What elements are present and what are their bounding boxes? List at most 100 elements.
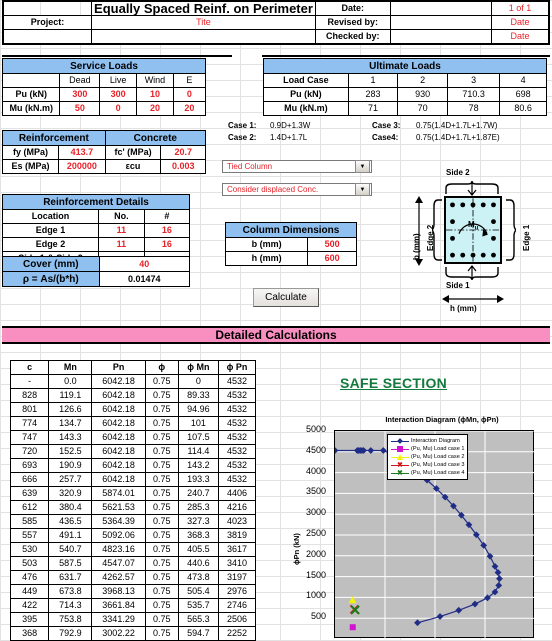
calc-cell-ϕ: 0.75 <box>144 528 179 543</box>
section-side2-label: Side 2 <box>446 168 470 177</box>
service-pu-wind[interactable]: 10 <box>136 87 174 102</box>
calc-cell-c: - <box>9 374 50 389</box>
reinf-edge1-size[interactable]: 16 <box>143 223 191 238</box>
service-col-e: E <box>172 73 207 88</box>
calc-cell-ϕ Pn: 4532 <box>218 444 256 459</box>
calc-cell-Pn: 4823.16 <box>91 542 146 557</box>
ultimate-pu-label: Pu (kN) <box>263 87 349 102</box>
service-mu-live[interactable]: 0 <box>99 101 138 116</box>
ultimate-mu-3: 78 <box>446 101 501 116</box>
reinf-col-size: # <box>143 209 191 224</box>
table-row: 395 753.8 3341.29 0.75 565.3 2506 <box>9 612 256 627</box>
table-row: Pu (kN) 283 930 710.3 698 <box>263 87 547 102</box>
fy-value[interactable]: 413.7 <box>58 145 106 160</box>
calc-cell-Pn: 5874.01 <box>91 486 146 501</box>
calc-cell-ϕ Mn: 440.6 <box>177 556 220 571</box>
ultimate-pu-2: 930 <box>397 87 448 102</box>
fc-value[interactable]: 20.7 <box>160 145 206 160</box>
calc-cell-Mn: 152.5 <box>48 444 93 459</box>
table-row: 612 380.4 5621.53 0.75 285.3 4216 <box>9 500 256 515</box>
calc-cell-ϕ Mn: 240.7 <box>177 486 220 501</box>
table-row: 449 673.8 3968.13 0.75 505.4 2976 <box>9 584 256 599</box>
chart-legend-item: ✖ (Pu, Mu) Load case 4 <box>391 469 464 477</box>
table-row: 801 126.6 6042.18 0.75 94.96 4532 <box>9 402 256 417</box>
calc-cell-Pn: 6042.18 <box>91 458 146 473</box>
calc-cell-Mn: 190.9 <box>48 458 93 473</box>
column-type-value: Tied Column <box>227 162 273 171</box>
reinf-edge1-location: Edge 1 <box>2 223 99 238</box>
case-1-name: Case 1: <box>228 121 257 130</box>
chevron-down-icon[interactable]: ▼ <box>355 160 370 173</box>
calc-cell-Mn: 0.0 <box>48 374 93 389</box>
calc-cell-ϕ: 0.75 <box>144 570 179 585</box>
calculate-button[interactable]: Calculate <box>253 288 319 307</box>
ultimate-col-2: 2 <box>397 73 448 88</box>
chevron-down-icon[interactable]: ▼ <box>355 183 370 196</box>
service-pu-live[interactable]: 300 <box>99 87 138 102</box>
calc-cell-ϕ Pn: 4023 <box>218 514 256 529</box>
calc-cell-ϕ: 0.75 <box>144 514 179 529</box>
service-col-wind: Wind <box>136 73 174 88</box>
concrete-option-dropdown[interactable]: Consider displaced Conc. ▼ <box>222 183 372 196</box>
case-2-formula: 1.4D+1.7L <box>270 133 308 142</box>
calc-cell-ϕ: 0.75 <box>144 626 179 641</box>
service-pu-label: Pu (kN) <box>1 87 61 102</box>
calc-cell-ϕ Mn: 89.33 <box>177 388 220 403</box>
ultimate-pu-3: 710.3 <box>446 87 501 102</box>
calc-cell-Pn: 6042.18 <box>91 388 146 403</box>
revised-date[interactable]: Date <box>491 15 550 30</box>
calc-cell-c: 585 <box>9 514 50 529</box>
checked-date[interactable]: Date <box>491 29 550 45</box>
service-col-live: Live <box>99 73 138 88</box>
h-value[interactable]: 600 <box>307 251 357 266</box>
calc-cell-c: 801 <box>9 402 50 417</box>
service-pu-dead[interactable]: 300 <box>59 87 101 102</box>
legend-marker-icon <box>391 437 409 445</box>
project-value[interactable]: Tite <box>91 15 316 30</box>
h-dimension-arrow-icon <box>442 295 504 303</box>
page-number: 1 of 1 <box>491 0 550 16</box>
chart-y-tick: 5000 <box>305 424 326 434</box>
cover-value[interactable]: 40 <box>98 256 191 272</box>
date-value[interactable] <box>389 0 493 16</box>
section-side1-label: Side 1 <box>446 281 470 290</box>
chart-y-tick: 1500 <box>305 569 326 580</box>
calc-cell-Mn: 714.3 <box>48 598 93 613</box>
calc-cell-Pn: 3002.22 <box>91 626 146 641</box>
reinf-edge1-no[interactable]: 11 <box>97 223 145 238</box>
calc-cell-Mn: 320.9 <box>48 486 93 501</box>
calc-cell-ϕ Pn: 3410 <box>218 556 256 571</box>
calc-cell-c: 693 <box>9 458 50 473</box>
case-4-formula: 0.75(1.4D+1.7L+1.87E) <box>416 133 500 142</box>
column-dimensions-table: Column Dimensions b (mm) 500 h (mm) 600 <box>224 222 357 266</box>
edge2-brace-icon <box>432 199 442 261</box>
es-value[interactable]: 200000 <box>58 159 106 174</box>
table-row: 530 540.7 4823.16 0.75 405.5 3617 <box>9 542 256 557</box>
calc-cell-ϕ Mn: 327.3 <box>177 514 220 529</box>
reinf-edge2-size[interactable]: 16 <box>143 237 191 252</box>
calc-cell-c: 395 <box>9 612 50 627</box>
column-type-dropdown[interactable]: Tied Column ▼ <box>222 160 372 173</box>
divider-right <box>262 55 550 57</box>
b-value[interactable]: 500 <box>307 237 357 252</box>
table-row: 774 134.7 6042.18 0.75 101 4532 <box>9 416 256 431</box>
service-pu-e[interactable]: 0 <box>172 87 207 102</box>
calc-cell-ϕ Pn: 2746 <box>218 598 256 613</box>
reinf-edge2-no[interactable]: 11 <box>97 237 145 252</box>
table-row: ρ = As/(b*h) 0.01474 <box>2 271 191 287</box>
revised-by-value[interactable] <box>389 15 493 30</box>
calc-cell-ϕ Pn: 3617 <box>218 542 256 557</box>
chart-legend-item: (Pu, Mu) Load case 2 <box>391 453 464 461</box>
service-mu-wind[interactable]: 20 <box>136 101 174 116</box>
table-row: Es (MPa) 200000 εcu 0.003 <box>1 159 206 174</box>
table-row: 720 152.5 6042.18 0.75 114.4 4532 <box>9 444 256 459</box>
service-mu-e[interactable]: 20 <box>172 101 207 116</box>
service-mu-dead[interactable]: 50 <box>59 101 101 116</box>
ecu-value[interactable]: 0.003 <box>160 159 206 174</box>
calc-cell-c: 828 <box>9 388 50 403</box>
calc-cell-ϕ Mn: 94.96 <box>177 402 220 417</box>
legend-label: (Pu, Mu) Load case 3 <box>411 462 465 468</box>
checked-by-value[interactable] <box>389 29 493 45</box>
calc-header-row: c Mn Pn ϕ ϕ Mn ϕ Pn <box>9 360 256 375</box>
calc-cell-ϕ: 0.75 <box>144 458 179 473</box>
